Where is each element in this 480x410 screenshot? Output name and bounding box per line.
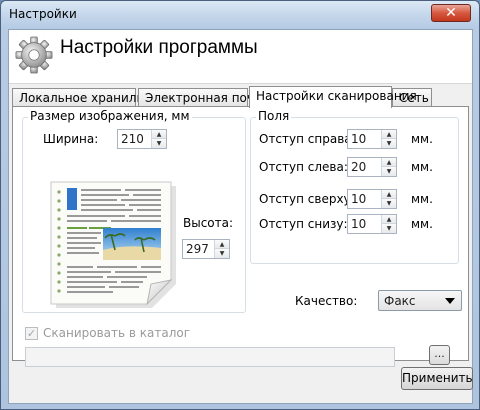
spin-up-icon[interactable]: ▲ <box>152 130 166 139</box>
height-stepper[interactable]: 297 ▲ ▼ <box>182 239 230 259</box>
spin-up-icon[interactable]: ▲ <box>382 215 396 224</box>
height-label: Высота: <box>183 216 234 230</box>
browse-button[interactable]: ... <box>429 345 450 365</box>
gear-icon <box>15 36 53 74</box>
margin-left-value: 20 <box>351 160 367 174</box>
spin-up-icon[interactable]: ▲ <box>215 240 229 249</box>
margin-right-arrows: ▲ ▼ <box>381 130 396 148</box>
spin-down-icon[interactable]: ▼ <box>152 139 166 148</box>
margins-legend: Поля <box>256 109 292 123</box>
width-label: Ширина: <box>43 132 99 146</box>
browse-label: ... <box>434 347 445 360</box>
quality-select[interactable]: Факс <box>378 290 462 311</box>
close-icon: ✕ <box>445 5 457 21</box>
tab-local-storage[interactable]: Локальное хранилище <box>12 88 163 107</box>
scan-settings-panel: Размер изображения, мм Ширина: 210 ▲ ▼ В… <box>12 106 469 367</box>
margin-top-stepper[interactable]: 10 ▲ ▼ <box>347 189 397 209</box>
document-preview-icon <box>50 181 176 308</box>
tab-scan-settings[interactable]: Настройки сканирования <box>249 86 417 108</box>
spin-up-icon[interactable]: ▲ <box>382 130 396 139</box>
page-title: Настройки программы <box>60 37 258 58</box>
chevron-down-icon <box>445 298 455 304</box>
margin-top-arrows: ▲ ▼ <box>381 190 396 208</box>
title-bar[interactable]: Настройки ✕ <box>1 1 479 29</box>
scan-to-catalog-checkbox[interactable]: ✓ <box>25 327 38 340</box>
margin-bottom-label: Отступ снизу: <box>259 217 348 231</box>
margin-top-unit: мм. <box>411 192 433 206</box>
margin-bottom-unit: мм. <box>411 217 433 231</box>
spin-up-icon[interactable]: ▲ <box>382 190 396 199</box>
margin-right-label: Отступ справа: <box>259 132 356 146</box>
client-area: Настройки программы Локальное хранилище … <box>8 29 473 404</box>
margin-bottom-value: 10 <box>351 217 367 231</box>
quality-value: Факс <box>384 294 416 308</box>
settings-window: Настройки ✕ Настройки программы Локально… <box>0 0 480 410</box>
spin-down-icon[interactable]: ▼ <box>382 139 396 148</box>
apply-button[interactable]: Применить <box>401 367 473 390</box>
margin-left-stepper[interactable]: 20 ▲ ▼ <box>347 157 397 177</box>
margin-right-unit: мм. <box>411 132 433 146</box>
height-stepper-arrows: ▲ ▼ <box>214 240 229 258</box>
window-title: Настройки <box>9 7 77 21</box>
margin-left-label: Отступ слева: <box>259 160 348 174</box>
margin-right-value: 10 <box>351 132 367 146</box>
spin-down-icon[interactable]: ▼ <box>382 199 396 208</box>
catalog-path-input[interactable] <box>25 347 395 367</box>
margin-top-label: Отступ сверху: <box>259 192 355 206</box>
width-value: 210 <box>121 132 144 146</box>
margins-group: Поля Отступ справа: 10 ▲ ▼ мм. Отступ сл… <box>250 109 459 264</box>
spin-down-icon[interactable]: ▼ <box>215 249 229 258</box>
margin-left-arrows: ▲ ▼ <box>381 158 396 176</box>
apply-label: Применить <box>402 371 473 385</box>
image-size-legend: Размер изображения, мм <box>28 109 192 123</box>
margin-top-value: 10 <box>351 192 367 206</box>
scan-to-catalog-label: Сканировать в каталог <box>43 326 191 340</box>
margin-right-stepper[interactable]: 10 ▲ ▼ <box>347 129 397 149</box>
image-size-group: Размер изображения, мм Ширина: 210 ▲ ▼ В… <box>22 109 246 313</box>
height-value: 297 <box>186 242 209 256</box>
close-button[interactable]: ✕ <box>431 4 471 22</box>
tab-email[interactable]: Электронная почта <box>138 88 268 107</box>
spin-down-icon[interactable]: ▼ <box>382 167 396 176</box>
width-stepper[interactable]: 210 ▲ ▼ <box>117 129 167 149</box>
tab-label: Настройки сканирования <box>256 89 417 103</box>
margin-bottom-stepper[interactable]: 10 ▲ ▼ <box>347 214 397 234</box>
width-stepper-arrows: ▲ ▼ <box>151 130 166 148</box>
dialog-header: Настройки программы <box>9 30 472 84</box>
spin-down-icon[interactable]: ▼ <box>382 224 396 233</box>
quality-label: Качество: <box>295 294 358 308</box>
spin-up-icon[interactable]: ▲ <box>382 158 396 167</box>
margin-bottom-arrows: ▲ ▼ <box>381 215 396 233</box>
margin-left-unit: мм. <box>411 160 433 174</box>
